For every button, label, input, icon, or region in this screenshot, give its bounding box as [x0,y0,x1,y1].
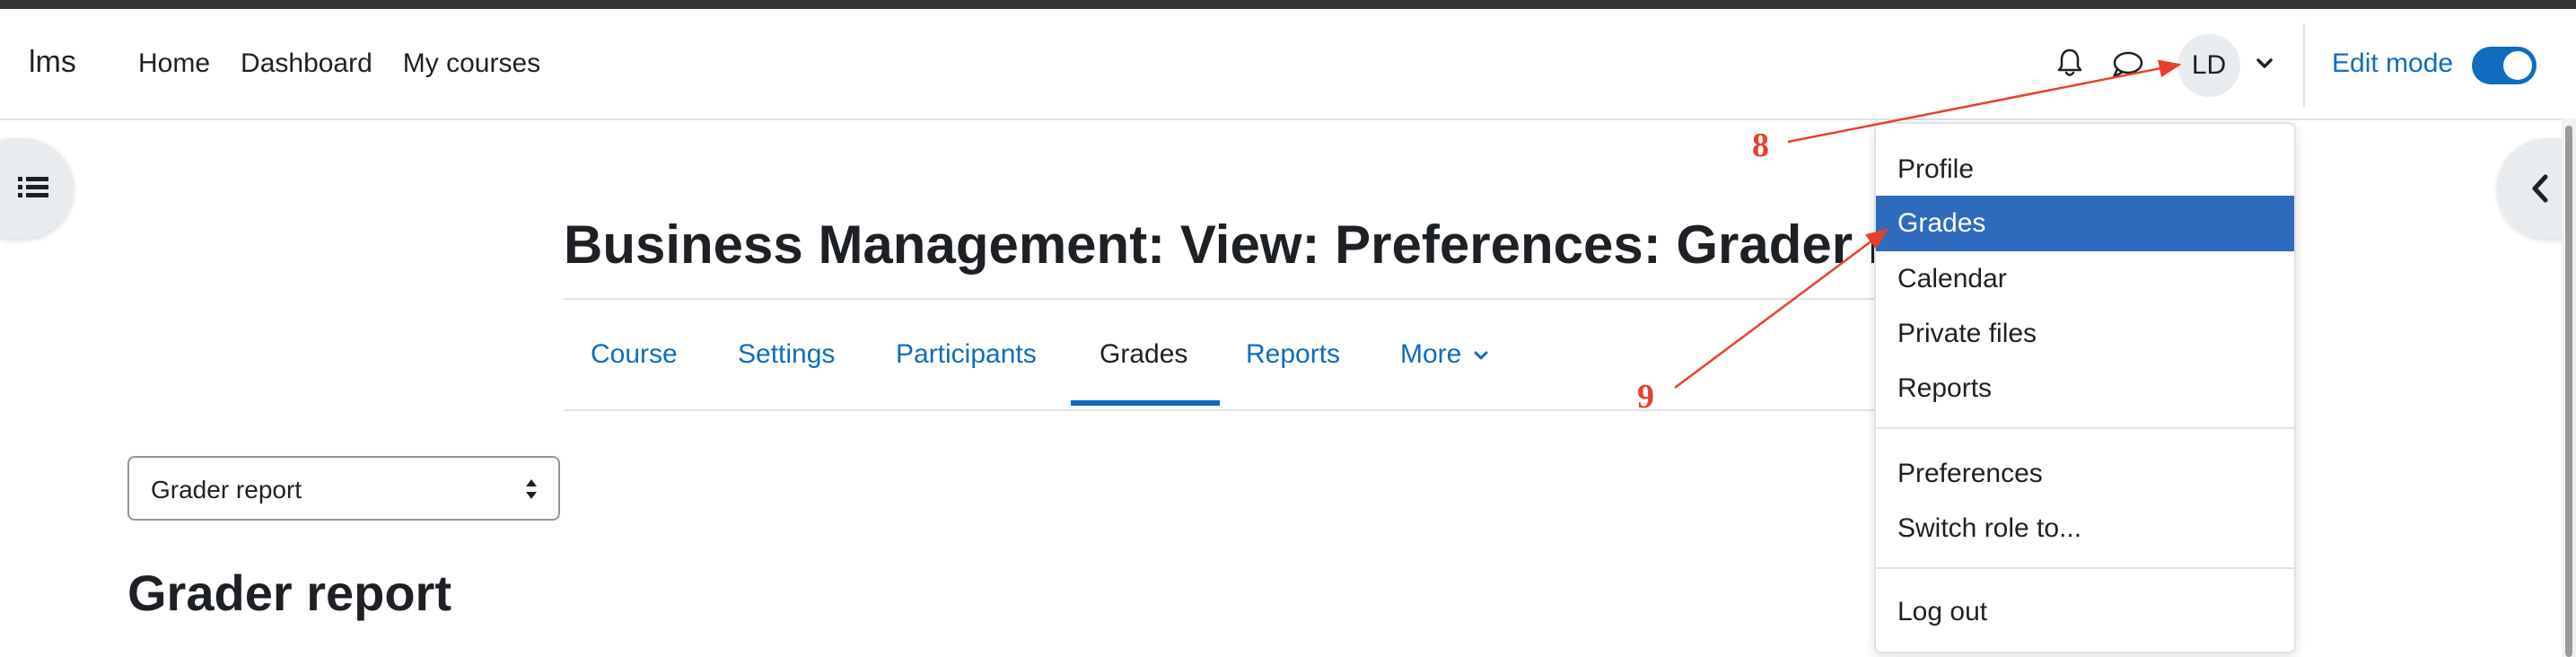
tab-more-label: More [1400,339,1462,369]
tab-more[interactable]: More [1400,339,1489,370]
user-menu-dropdown: Profile Grades Calendar Private files Re… [1874,122,2296,653]
menu-item-grades[interactable]: Grades [1876,196,2294,251]
sort-arrows-icon [526,479,537,499]
active-tab-indicator [1071,400,1220,406]
list-icon [18,177,48,197]
course-index-drawer-button[interactable] [0,138,74,239]
menu-item-reports[interactable]: Reports [1876,361,2294,416]
menu-item-log-out[interactable]: Log out [1876,584,2294,640]
menu-divider [1876,567,2294,569]
user-avatar[interactable]: LD [2177,34,2240,97]
chat-bubble-icon[interactable] [2106,45,2149,84]
tab-participants[interactable]: Participants [896,339,1037,370]
menu-item-calendar[interactable]: Calendar [1876,251,2294,307]
site-brand[interactable]: lms [29,45,76,80]
page-title: Business Management: View: Preferences: … [564,215,1919,275]
primary-navigation: Home Dashboard My courses [138,48,540,79]
edit-mode-toggle[interactable] [2472,47,2537,84]
top-navbar: lms Home Dashboard My courses LD Edit mo… [0,9,2576,120]
user-initials: LD [2191,50,2227,80]
menu-item-private-files[interactable]: Private files [1876,306,2294,362]
browser-top-strip [0,0,2576,9]
tab-grades[interactable]: Grades [1100,339,1187,370]
chevron-down-icon[interactable] [2253,52,2276,75]
nav-my-courses-link[interactable]: My courses [403,48,540,79]
report-type-select[interactable]: Grader report [127,456,560,521]
chevron-left-icon [2532,174,2548,203]
secondary-navigation: Course Settings Participants Grades Repo… [564,298,1874,411]
tab-settings[interactable]: Settings [738,339,835,370]
menu-divider [1876,427,2294,429]
tab-reports[interactable]: Reports [1246,339,1340,370]
page-scrollbar-thumb[interactable] [2565,126,2572,657]
bell-icon[interactable] [2050,43,2090,83]
annotation-step-8: 8 [1752,127,1769,164]
tab-course[interactable]: Course [591,339,678,370]
menu-item-switch-role[interactable]: Switch role to... [1876,501,2294,556]
nav-home-link[interactable]: Home [138,48,210,79]
toggle-knob [2503,51,2532,80]
menu-item-profile[interactable]: Profile [1876,142,2294,197]
section-title: Grader report [127,565,451,621]
edit-mode-label[interactable]: Edit mode [2332,48,2453,79]
chevron-down-icon [1474,351,1488,360]
menu-item-preferences[interactable]: Preferences [1876,446,2294,502]
nav-dashboard-link[interactable]: Dashboard [241,48,372,79]
navbar-divider [2303,23,2305,108]
report-type-selected: Grader report [151,476,302,504]
